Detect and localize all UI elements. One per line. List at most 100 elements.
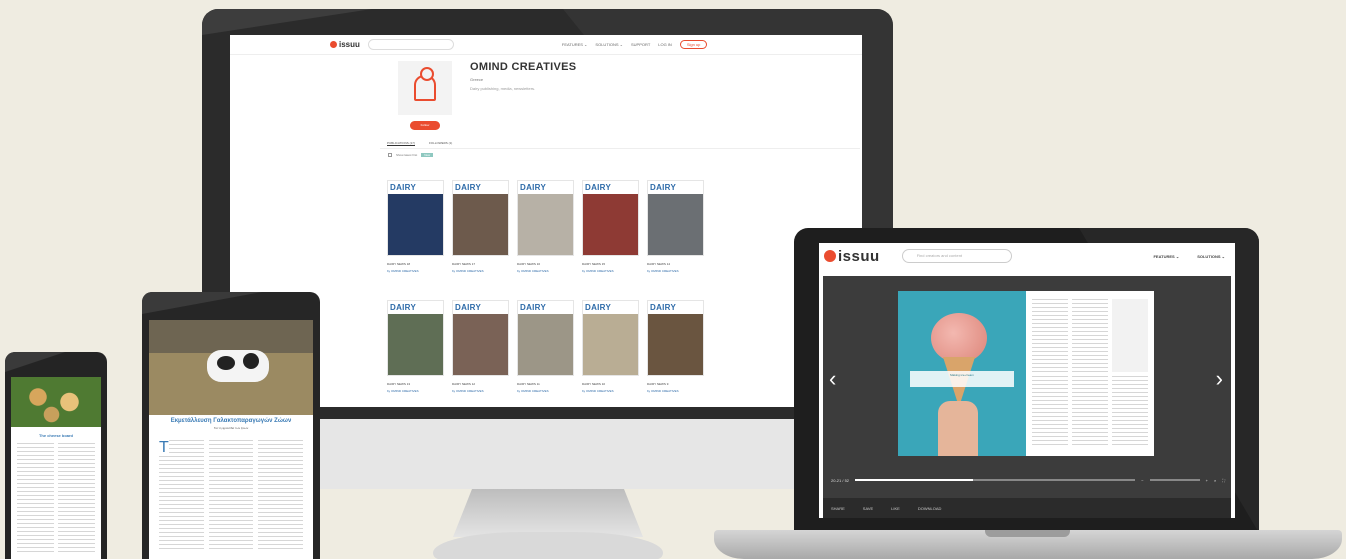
publication-author[interactable]: by OMIND CREATIVES (647, 389, 704, 393)
publication-title[interactable]: DAIRY NEWS 13 (387, 382, 444, 386)
publication-title[interactable]: DAIRY NEWS 9 (647, 382, 704, 386)
publication-title[interactable]: DAIRY NEWS 17 (452, 262, 509, 266)
publication-title[interactable]: DAIRY NEWS 15 (582, 262, 639, 266)
publication-card[interactable]: DAIRY DAIRY NEWS 10 by OMIND CREATIVES (582, 300, 639, 407)
publication-cover[interactable]: DAIRY (452, 300, 509, 376)
zoom-in-icon[interactable]: + (1206, 478, 1208, 483)
publication-card[interactable]: DAIRY DAIRY NEWS 14 by OMIND CREATIVES (647, 180, 704, 290)
profile-description: Dairy publishing, media, newsletters. (470, 86, 536, 91)
publication-author[interactable]: by OMIND CREATIVES (387, 269, 444, 273)
text-column (1032, 375, 1068, 448)
publication-cover[interactable]: DAIRY (582, 180, 639, 256)
nav-features[interactable]: FEATURES ⌄ (1153, 254, 1179, 259)
publication-title[interactable]: DAIRY NEWS 10 (582, 382, 639, 386)
text-column (1032, 299, 1068, 372)
nav-support[interactable]: SUPPORT (631, 42, 650, 47)
publication-author[interactable]: by OMIND CREATIVES (582, 389, 639, 393)
page-spread: Making ice-cream (898, 291, 1154, 456)
publication-title[interactable]: DAIRY NEWS 12 (452, 382, 509, 386)
pull-quote: Making ice-cream (910, 371, 1014, 387)
nav-solutions[interactable]: SOLUTIONS ⌄ (595, 42, 623, 47)
cover-masthead: DAIRY (455, 183, 482, 192)
publication-author[interactable]: by OMIND CREATIVES (582, 269, 639, 273)
sort-checkbox[interactable] (388, 153, 392, 157)
tab-publications[interactable]: PUBLICATIONS (17) (387, 141, 415, 146)
publication-author[interactable]: by OMIND CREATIVES (517, 269, 574, 273)
progress-slider[interactable] (855, 479, 1136, 481)
publication-cover[interactable]: DAIRY (582, 300, 639, 376)
nav-login[interactable]: LOG IN (658, 42, 672, 47)
food-photo (11, 377, 101, 427)
text-column (1112, 299, 1148, 372)
tabs-divider (380, 148, 860, 149)
publication-cover[interactable]: DAIRY (647, 180, 704, 256)
zoom-out-icon[interactable]: − (1141, 478, 1143, 483)
issuu-logo[interactable]: issuu (330, 40, 360, 49)
zoom-slider[interactable] (1149, 479, 1200, 481)
text-column (159, 440, 204, 552)
publication-card[interactable]: DAIRY DAIRY NEWS 17 by OMIND CREATIVES (452, 180, 509, 290)
fullscreen-icon[interactable]: ⛶ (1222, 478, 1225, 483)
article-subtitle: Για τη φροντίδα των ζώων (213, 426, 249, 430)
progress-fill (855, 479, 973, 481)
text-column (208, 440, 254, 552)
publication-author[interactable]: by OMIND CREATIVES (452, 389, 509, 393)
search-input[interactable] (367, 39, 454, 50)
like-button[interactable]: LIKE (891, 506, 900, 511)
text-column (1072, 299, 1108, 372)
drop-cap: T (159, 439, 169, 456)
publication-cover[interactable]: DAIRY (387, 300, 444, 376)
cover-masthead: DAIRY (455, 303, 482, 312)
hand-image (938, 401, 978, 456)
publication-title[interactable]: DAIRY NEWS 18 (387, 262, 444, 266)
publication-title[interactable]: DAIRY NEWS 14 (647, 262, 704, 266)
issuu-logo-icon (824, 250, 836, 262)
tab-followers[interactable]: FOLLOWERS (1) (429, 141, 452, 146)
publication-cover[interactable]: DAIRY (647, 300, 704, 376)
publication-cover[interactable]: DAIRY (517, 180, 574, 256)
share-button[interactable]: SHARE (831, 506, 845, 511)
download-button[interactable]: DOWNLOAD (918, 506, 942, 511)
article-body (17, 443, 95, 553)
right-page (1026, 291, 1154, 456)
publication-author[interactable]: by OMIND CREATIVES (647, 269, 704, 273)
prev-page-icon[interactable]: ‹ (829, 366, 836, 392)
publication-cover[interactable]: DAIRY (452, 180, 509, 256)
publication-card[interactable]: DAIRY DAIRY NEWS 9 by OMIND CREATIVES (647, 300, 704, 407)
cover-masthead: DAIRY (585, 303, 612, 312)
cover-image (518, 194, 573, 255)
publication-title[interactable]: DAIRY NEWS 11 (517, 382, 574, 386)
publication-author[interactable]: by OMIND CREATIVES (452, 269, 509, 273)
sort-control[interactable]: Show latest first New (388, 153, 434, 157)
logo-text: issuu (339, 40, 360, 49)
laptop-menu: FEATURES ⌄ SOLUTIONS ⌄ (1153, 254, 1225, 259)
search-input[interactable]: Find creators and content (901, 249, 1012, 263)
cover-image (583, 194, 638, 255)
article-title: Εκμετάλλευση Γαλακτοπαραγωγών Ζώων (170, 418, 292, 424)
publication-card[interactable]: DAIRY DAIRY NEWS 18 by OMIND CREATIVES (387, 180, 444, 290)
publication-title[interactable]: DAIRY NEWS 16 (517, 262, 574, 266)
publication-author[interactable]: by OMIND CREATIVES (517, 389, 574, 393)
phone-gloss (5, 352, 65, 372)
article-title: The cheese board (38, 433, 73, 438)
publication-card[interactable]: DAIRY DAIRY NEWS 15 by OMIND CREATIVES (582, 180, 639, 290)
publication-cover[interactable]: DAIRY (387, 180, 444, 256)
nav-features[interactable]: FEATURES ⌄ (562, 42, 588, 47)
publication-card[interactable]: DAIRY DAIRY NEWS 13 by OMIND CREATIVES (387, 300, 444, 407)
signup-button[interactable]: Sign up (679, 40, 708, 49)
follow-button[interactable]: Follow (410, 121, 440, 130)
cow-photo (149, 320, 313, 415)
save-button[interactable]: SAVE (863, 506, 873, 511)
nav-solutions[interactable]: SOLUTIONS ⌄ (1197, 254, 1225, 259)
search-icon[interactable]: ⌕ (1214, 478, 1216, 483)
publication-author[interactable]: by OMIND CREATIVES (387, 389, 444, 393)
page-counter: 20-21 / 52 (831, 477, 850, 483)
tablet-screen: Εκμετάλλευση Γαλακτοπαραγωγών Ζώων Για τ… (149, 320, 313, 559)
publication-card[interactable]: DAIRY DAIRY NEWS 16 by OMIND CREATIVES (517, 180, 574, 290)
issuu-logo[interactable]: issuu (824, 248, 880, 265)
avatar (398, 61, 452, 115)
publication-cover[interactable]: DAIRY (517, 300, 574, 376)
publication-card[interactable]: DAIRY DAIRY NEWS 12 by OMIND CREATIVES (452, 300, 509, 407)
publication-card[interactable]: DAIRY DAIRY NEWS 11 by OMIND CREATIVES (517, 300, 574, 407)
next-page-icon[interactable]: › (1216, 366, 1223, 392)
